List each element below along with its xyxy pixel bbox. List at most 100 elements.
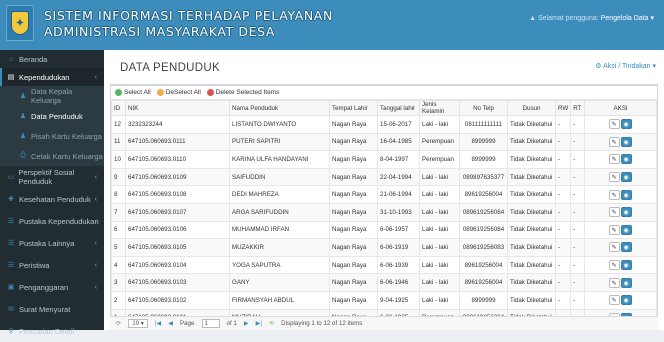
- view-icon[interactable]: ◉: [620, 207, 632, 218]
- view-icon[interactable]: ◉: [620, 189, 632, 200]
- column-header[interactable]: RW: [554, 100, 572, 116]
- sidebar-item-pustaka-lainnya[interactable]: ☰ Pustaka Lainnya ‹: [0, 232, 104, 254]
- table-row[interactable]: 9 647105.060693.0109 SAIFUDDIN Nagan Raya 22…: [111, 167, 657, 187]
- sidebar-item-kependudukan[interactable]: ▤ Kependudukan ‹: [0, 68, 104, 86]
- table-row[interactable]: 7 647105.060693.0107 ARGA SARIFUDDIN Nagan …: [111, 202, 657, 222]
- edit-icon[interactable]: ✎: [608, 242, 620, 253]
- sidebar-item-penganggaran[interactable]: ▣ Penganggaran ‹: [0, 276, 104, 298]
- nik-cell: 647105.060693.0106: [125, 220, 230, 240]
- table-row[interactable]: 5 647105.060693.0105 MUZAKKIR Nagan Raya 6-0…: [111, 238, 657, 257]
- table-row[interactable]: 4 647105.060693.0104 YOGA SAPUTRA Nagan Ray…: [111, 255, 657, 275]
- edit-icon[interactable]: ✎: [608, 277, 620, 288]
- tempat-lahir-cell: Nagan Raya: [329, 290, 378, 310]
- dusun-cell: Tidak Diketahui: [507, 202, 556, 222]
- sidebar-item-data-kepala-keluarga[interactable]: ♟ Data Kepala Keluarga: [0, 86, 104, 106]
- sidebar-item-surat-menyurat[interactable]: ✉ Surat Menyurat: [0, 298, 104, 320]
- reload-icon[interactable]: ⟲: [269, 320, 274, 327]
- user-name[interactable]: Pengelola Data ▾: [601, 15, 654, 22]
- aksi-dropdown[interactable]: ⚙ Aksi / Tindakan ▾: [595, 62, 656, 70]
- sidebar-item-label: Kesehatan Penduduk: [19, 194, 91, 204]
- column-header[interactable]: ID: [111, 100, 126, 116]
- refresh-icon[interactable]: ⟳: [116, 320, 121, 327]
- sidebar-item-data-penduduk[interactable]: ♟ Data Penduduk: [0, 106, 104, 126]
- select-all-button[interactable]: Select All: [115, 89, 151, 96]
- dusun-cell: Tidak Diketahui: [507, 290, 556, 310]
- edit-icon[interactable]: ✎: [608, 207, 620, 218]
- tempat-lahir-cell: Nagan Raya: [329, 150, 378, 169]
- sidebar-item-kesehatan-penduduk[interactable]: ✚ Kesehatan Penduduk ‹: [0, 188, 104, 210]
- table-row[interactable]: 8 647105.060693.0108 DEDI MAHREZA Nagan Ray…: [111, 185, 657, 204]
- table-row[interactable]: 10 647105.060693.0110 KARINA ULFA HANDAYAN…: [111, 150, 657, 169]
- column-header[interactable]: No Telp: [459, 100, 508, 116]
- view-icon[interactable]: ◉: [620, 277, 632, 288]
- sidebar-item-label: Penganggaran: [19, 282, 69, 292]
- column-header[interactable]: Dusun: [507, 100, 556, 116]
- tempat-lahir-cell: Nagan Raya: [329, 273, 378, 292]
- jenis-kelamin-cell: Laki - laki: [419, 220, 460, 240]
- view-icon[interactable]: ◉: [620, 260, 632, 271]
- print-icon: ⎙: [20, 152, 26, 159]
- next-page-icon[interactable]: ▶: [244, 320, 249, 327]
- column-header[interactable]: Tanggal lahir: [377, 100, 420, 116]
- prev-page-icon[interactable]: ◀: [168, 320, 173, 327]
- sidebar-item-pencarian-detail[interactable]: ⚲ Pencarian Detail: [0, 320, 104, 342]
- view-icon[interactable]: ◉: [620, 224, 632, 235]
- sidebar-item-beranda[interactable]: ⌂ Beranda: [0, 50, 104, 68]
- sidebar: ⌂ Beranda ▤ Kependudukan ‹ ♟ Data Kepala Kel…: [0, 50, 104, 336]
- sidebar-item-pisah-kartu-keluarga[interactable]: ♟ Pisah Kartu Keluarga: [0, 126, 104, 146]
- aksi-cell: ✎◉: [584, 185, 657, 204]
- edit-icon[interactable]: ✎: [608, 224, 620, 235]
- view-icon[interactable]: ◉: [620, 172, 632, 183]
- id-cell: 7: [111, 202, 126, 222]
- id-cell: 12: [111, 115, 126, 134]
- view-icon[interactable]: ◉: [620, 154, 632, 165]
- sidebar-item-perspektif-sosial[interactable]: ▭ Perspektif Sosial Penduduk ‹: [0, 166, 104, 188]
- chevron-left-icon: ‹: [94, 217, 97, 225]
- view-icon[interactable]: ◉: [620, 295, 632, 306]
- table-row[interactable]: 12 3232323244 LISTANTO DWIYANTO Nagan Raya 1…: [111, 115, 657, 134]
- view-icon[interactable]: ◉: [620, 136, 632, 147]
- column-header[interactable]: NIK: [125, 100, 230, 116]
- tempat-lahir-cell: Nagan Raya: [329, 255, 378, 275]
- id-cell: 5: [111, 238, 126, 257]
- rt-cell: -: [570, 273, 586, 292]
- jenis-kelamin-cell: Laki - laki: [419, 290, 460, 310]
- app-logo: ✦: [6, 5, 34, 41]
- table-row[interactable]: 3 647105.060693.0103 GANY Nagan Raya 6-06-19…: [111, 273, 657, 292]
- user-menu[interactable]: ▲ Selamat pengguna: Pengelola Data ▾: [529, 14, 654, 22]
- view-icon[interactable]: ◉: [620, 242, 632, 253]
- no-telp-cell: 089619256084: [459, 220, 508, 240]
- edit-icon[interactable]: ✎: [608, 154, 620, 165]
- sidebar-item-cetak-kartu-keluarga[interactable]: ⎙ Cetak Kartu Keluarga: [0, 146, 104, 166]
- deselect-all-button[interactable]: DeSelect All: [156, 89, 201, 96]
- rt-cell: -: [570, 255, 586, 275]
- column-header[interactable]: RT: [570, 100, 586, 116]
- tanggal-lahir-cell: 16-04-1985: [377, 132, 420, 152]
- app-header: ✦ SISTEM INFORMASI TERHADAP PELAYANAN AD…: [0, 0, 664, 50]
- table-row[interactable]: 6 647105.060693.0106 MUHAMMAD IRFAN Nagan R…: [111, 220, 657, 240]
- last-page-icon[interactable]: ▶|: [256, 320, 262, 327]
- per-page-select[interactable]: 10 ▾: [128, 319, 148, 328]
- page-input[interactable]: 1: [201, 319, 220, 328]
- table-row[interactable]: 2 647105.060693.0102 FIRMANSYAH ABDUL Nagan…: [111, 290, 657, 310]
- edit-icon[interactable]: ✎: [608, 295, 620, 306]
- edit-icon[interactable]: ✎: [608, 189, 620, 200]
- edit-icon[interactable]: ✎: [608, 260, 620, 271]
- column-header[interactable]: Tempat Lahir: [329, 100, 378, 116]
- delete-selected-button[interactable]: Delete Selected Items: [206, 89, 279, 96]
- edit-icon[interactable]: ✎: [608, 119, 620, 130]
- jenis-kelamin-cell: Laki - laki: [419, 273, 460, 292]
- table-row[interactable]: 11 647105.060693.0111 PUTERI SAPITRI Nagan …: [111, 132, 657, 152]
- column-header[interactable]: Jenis Kelamin: [419, 100, 460, 116]
- sidebar-item-peristiwa[interactable]: ☰ Peristiwa ‹: [0, 254, 104, 276]
- sidebar-item-label: Beranda: [19, 54, 48, 64]
- monitor-icon: ▭: [7, 174, 14, 181]
- edit-icon[interactable]: ✎: [608, 136, 620, 147]
- tanggal-lahir-cell: 21-06-1994: [377, 185, 420, 204]
- column-header[interactable]: Nama Penduduk: [229, 100, 330, 116]
- first-page-icon[interactable]: |◀: [155, 320, 161, 327]
- id-cell: 3: [111, 273, 126, 292]
- sidebar-item-pustaka-kependudukan[interactable]: ☰ Pustaka Kependudukan ‹: [0, 210, 104, 232]
- view-icon[interactable]: ◉: [620, 119, 632, 130]
- edit-icon[interactable]: ✎: [608, 172, 620, 183]
